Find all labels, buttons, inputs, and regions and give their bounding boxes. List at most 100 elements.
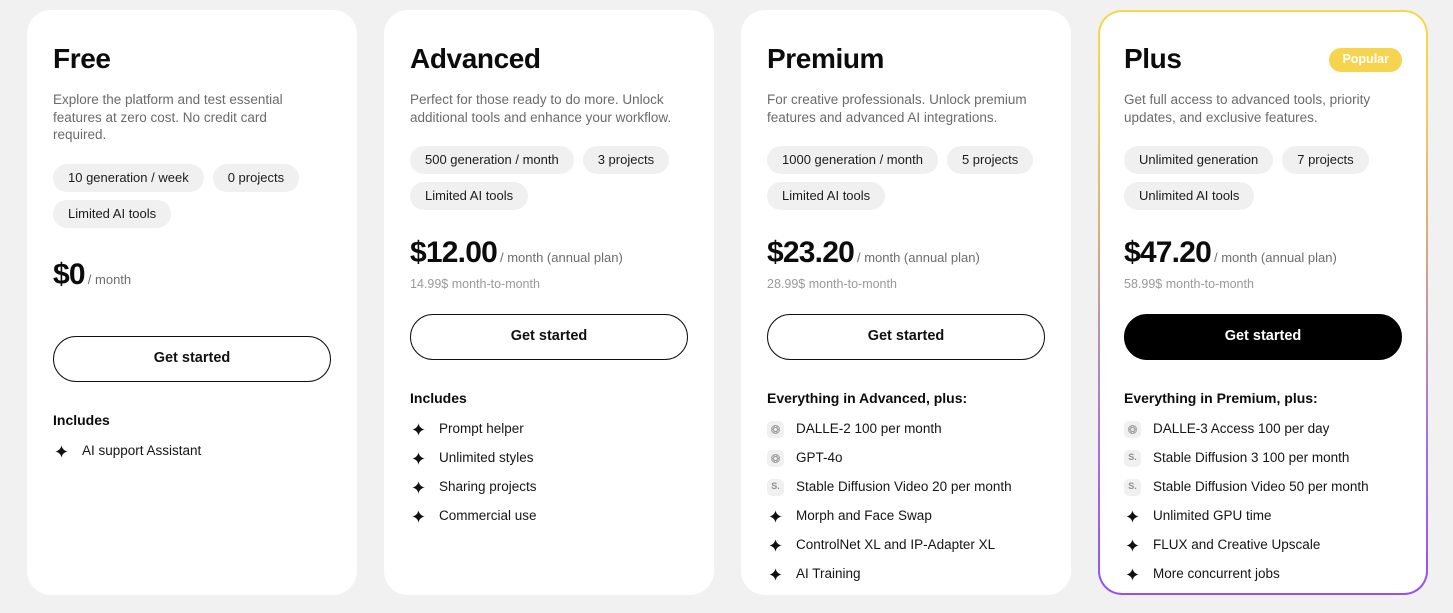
- features-title: Includes: [410, 389, 467, 406]
- plan-tag: Limited AI tools: [767, 182, 886, 211]
- plan-price-alternate: [53, 299, 331, 314]
- plan-description: For creative professionals. Unlock premi…: [767, 91, 1027, 125]
- plan-price-amount: $0: [53, 258, 86, 292]
- sparkle-icon: [410, 421, 427, 438]
- pricing-plans-grid: Free Explore the platform and test essent…: [0, 0, 1453, 613]
- plan-description: Perfect for those ready to do more. Unlo…: [410, 91, 672, 125]
- plan-price-period: / month (annual plan): [499, 250, 623, 266]
- openai-icon: [767, 449, 784, 467]
- plan-price-amount: $47.20: [1124, 236, 1212, 270]
- feature-item: More concurrent jobs: [1124, 566, 1402, 583]
- get-started-button[interactable]: Get started: [53, 336, 331, 382]
- plan-price-block: $23.20/ month (annual plan) 28.99$ month-…: [767, 236, 1045, 292]
- plan-price-line: $0/ month: [53, 258, 331, 292]
- stability-icon: S.: [1124, 478, 1141, 496]
- feature-label: AI support Assistant: [82, 442, 202, 458]
- plan-tag: 10 generation / week: [53, 164, 204, 193]
- plan-tag: Limited AI tools: [410, 182, 529, 211]
- plan-name: Plus: [1124, 43, 1182, 74]
- plan-price-alternate: 28.99$ month-to-month: [767, 277, 897, 292]
- feature-item: Commercial use: [410, 508, 688, 525]
- plan-tag: Limited AI tools: [53, 200, 172, 229]
- feature-item: Sharing projects: [410, 479, 688, 496]
- sparkle-icon: [1124, 508, 1141, 525]
- feature-item: DALLE-2 100 per month: [767, 420, 1045, 438]
- openai-icon: [1124, 420, 1141, 438]
- feature-item: S. Stable Diffusion Video 20 per month: [767, 478, 1045, 496]
- plan-price-block: $0/ month: [53, 258, 331, 314]
- features-title: Everything in Advanced, plus:: [767, 389, 968, 406]
- plan-price-alternate: 14.99$ month-to-month: [410, 277, 540, 292]
- sparkle-icon: [1124, 537, 1141, 554]
- feature-label: Unlimited styles: [439, 450, 534, 465]
- plan-tag: 500 generation / month: [410, 146, 574, 175]
- plan-name: Premium: [767, 43, 885, 74]
- feature-item: Morph and Face Swap: [767, 508, 1045, 525]
- plan-card-header: Free: [53, 43, 331, 75]
- sparkle-icon: [410, 450, 427, 467]
- feature-item: Prompt helper: [410, 421, 688, 438]
- popular-badge: Popular: [1329, 48, 1402, 72]
- sparkle-icon: [767, 537, 784, 554]
- feature-item: Unlimited GPU time: [1124, 508, 1402, 525]
- plan-card-premium: Premium For creative professionals. Unloc…: [741, 10, 1071, 595]
- sparkle-icon: [767, 508, 784, 525]
- feature-label: DALLE-2 100 per month: [796, 421, 942, 436]
- feature-item: Unlimited styles: [410, 450, 688, 467]
- feature-label: AI Training: [796, 566, 861, 581]
- feature-list: AI support Assistant: [53, 443, 331, 460]
- features-title: Includes: [53, 411, 110, 428]
- feature-item: S. Stable Diffusion 3 100 per month: [1124, 449, 1402, 467]
- plan-card-header: Premium: [767, 43, 1045, 75]
- feature-item: FLUX and Creative Upscale: [1124, 537, 1402, 554]
- feature-label: Morph and Face Swap: [796, 508, 932, 523]
- plan-tag-list: 10 generation / week 0 projects Limited AI…: [53, 164, 331, 229]
- plan-name: Advanced: [410, 43, 541, 74]
- plan-card-header: Plus Popular: [1124, 43, 1402, 75]
- feature-list: Prompt helper Unlimited styles Sharing pro…: [410, 421, 688, 525]
- feature-label: Prompt helper: [439, 421, 524, 436]
- get-started-button[interactable]: Get started: [767, 314, 1045, 360]
- plan-price-block: $47.20/ month (annual plan) 58.99$ month-…: [1124, 236, 1402, 292]
- plan-card-advanced: Advanced Perfect for those ready to do mo…: [384, 10, 714, 595]
- plan-price-block: $12.00/ month (annual plan) 14.99$ month-…: [410, 236, 688, 292]
- plan-tag: 5 projects: [946, 146, 1034, 175]
- feature-label: FLUX and Creative Upscale: [1153, 537, 1321, 552]
- plan-tag-list: 1000 generation / month 5 projects Limited…: [767, 146, 1045, 211]
- plan-price-line: $12.00/ month (annual plan): [410, 236, 688, 270]
- plan-tag: 7 projects: [1282, 146, 1369, 175]
- feature-label: Stable Diffusion Video 20 per month: [796, 479, 1012, 494]
- plan-card-free: Free Explore the platform and test essent…: [27, 10, 357, 595]
- plan-price-amount: $12.00: [410, 236, 498, 270]
- plan-tag-list: 500 generation / month 3 projects Limited …: [410, 146, 688, 211]
- feature-label: Stable Diffusion 3 100 per month: [1153, 450, 1350, 465]
- plan-card-header: Advanced: [410, 43, 688, 75]
- features-title: Everything in Premium, plus:: [1124, 389, 1318, 406]
- get-started-button[interactable]: Get started: [410, 314, 688, 360]
- plan-price-period: / month (annual plan): [1213, 250, 1337, 266]
- plan-tag: 1000 generation / month: [767, 146, 938, 175]
- feature-label: DALLE-3 Access 100 per day: [1153, 421, 1330, 436]
- feature-label: Commercial use: [439, 508, 537, 523]
- plan-price-line: $23.20/ month (annual plan): [767, 236, 1045, 270]
- plan-description: Get full access to advanced tools, prior…: [1124, 91, 1371, 125]
- get-started-button[interactable]: Get started: [1124, 314, 1402, 360]
- feature-item: S. Stable Diffusion Video 50 per month: [1124, 478, 1402, 496]
- plan-card-plus: Plus Popular Get full access to advanced t…: [1098, 10, 1428, 595]
- feature-item: AI support Assistant: [53, 443, 331, 460]
- plan-tag: 3 projects: [582, 146, 670, 175]
- feature-label: GPT-4o: [796, 450, 843, 465]
- feature-item: AI Training: [767, 566, 1045, 583]
- plan-name: Free: [53, 43, 111, 74]
- feature-label: Unlimited GPU time: [1153, 508, 1272, 523]
- feature-label: Stable Diffusion Video 50 per month: [1153, 479, 1369, 494]
- plan-tag: Unlimited AI tools: [1124, 182, 1255, 211]
- feature-item: ControlNet XL and IP-Adapter XL: [767, 537, 1045, 554]
- plan-price-period: / month (annual plan): [856, 250, 980, 266]
- sparkle-icon: [767, 566, 784, 583]
- plan-price-period: / month: [87, 272, 132, 288]
- feature-label: Sharing projects: [439, 479, 537, 494]
- plan-price-alternate: 58.99$ month-to-month: [1124, 277, 1254, 292]
- sparkle-icon: [410, 479, 427, 496]
- plan-tag: Unlimited generation: [1124, 146, 1274, 175]
